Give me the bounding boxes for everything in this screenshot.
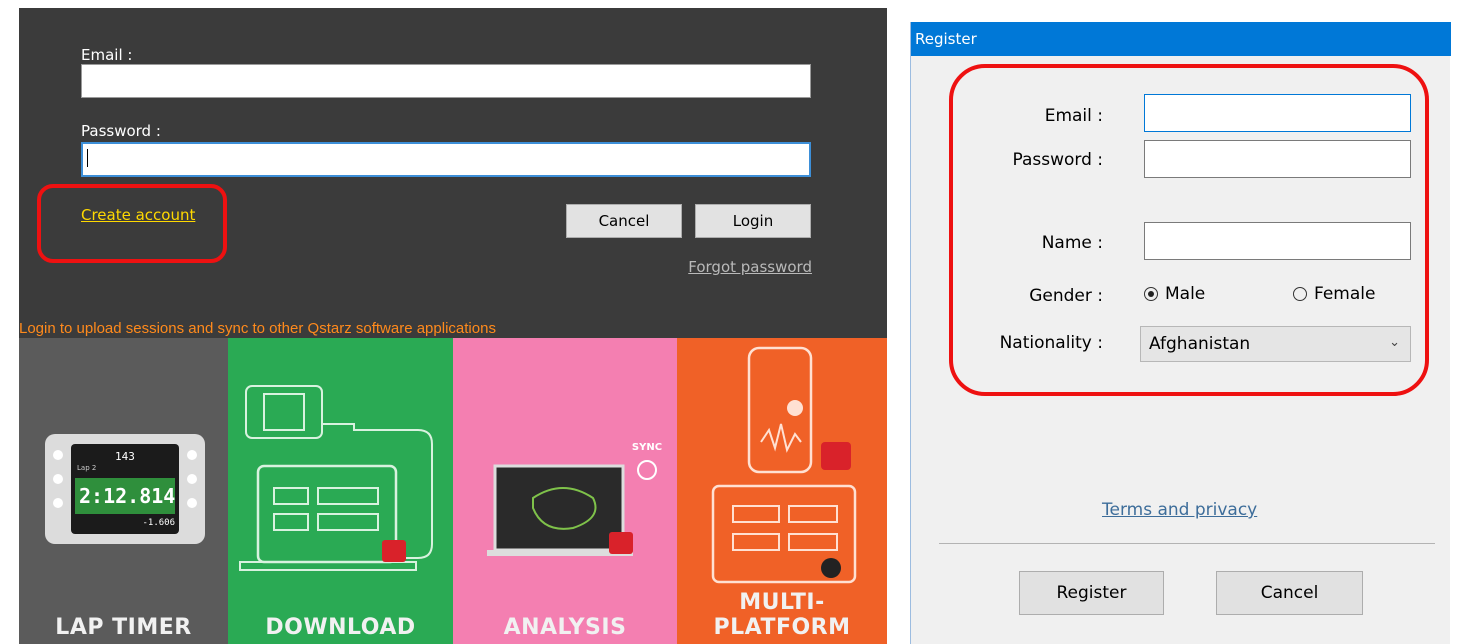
banner-panel-lap-timer: 143 Lap 2 2:12.814 -1.606 LAP TIMER xyxy=(19,338,228,644)
promo-text: Login to upload sessions and sync to oth… xyxy=(19,320,496,337)
radio-unselected-icon xyxy=(1293,287,1307,301)
device-button-icon xyxy=(53,498,63,508)
analysis-laptop-icon: SYNC xyxy=(487,442,662,556)
chevron-right-icon: ›› xyxy=(228,466,230,494)
text-caret xyxy=(87,149,88,167)
gender-female-radio[interactable]: Female xyxy=(1293,284,1375,304)
gender-female-label: Female xyxy=(1314,284,1376,304)
banner-label-multi-platform: MULTI-PLATFORM xyxy=(713,590,851,640)
register-cancel-button[interactable]: Cancel xyxy=(1216,571,1363,615)
device-speed: 143 xyxy=(115,450,135,463)
nationality-value: Afghanistan xyxy=(1149,334,1251,354)
sync-label: SYNC xyxy=(632,442,662,453)
device-time: 2:12.814 xyxy=(79,484,176,508)
password-label: Password : xyxy=(81,122,161,140)
email-label: Email : xyxy=(81,46,133,64)
login-cancel-button[interactable]: Cancel xyxy=(566,204,682,238)
device-delta: -1.606 xyxy=(142,518,175,528)
register-password-input[interactable] xyxy=(1144,140,1411,178)
banner-panel-multi-platform: MULTI-PLATFORM xyxy=(677,338,887,644)
banner-panel-analysis: SYNC ›› ANALYSIS xyxy=(453,338,677,644)
register-password-label: Password : xyxy=(1012,150,1103,170)
register-gender-label: Gender : xyxy=(1029,286,1103,306)
banner-label-lap-timer: LAP TIMER xyxy=(55,615,192,640)
device-lap: Lap 2 xyxy=(77,464,97,472)
divider xyxy=(939,543,1435,544)
forgot-password-link[interactable]: Forgot password xyxy=(688,258,812,276)
device-button-icon xyxy=(187,498,197,508)
download-illustration-icon xyxy=(239,385,433,571)
device-screen: 143 Lap 2 2:12.814 -1.606 xyxy=(71,444,179,534)
create-account-highlight xyxy=(37,184,227,263)
radio-selected-icon xyxy=(1144,287,1158,301)
device-button-icon xyxy=(187,474,197,484)
banner-label-analysis: ANALYSIS xyxy=(503,615,627,640)
register-name-input[interactable] xyxy=(1144,222,1411,260)
login-panel: Email : Password : Create account Cancel… xyxy=(19,8,887,644)
gender-male-radio[interactable]: Male xyxy=(1144,284,1205,304)
register-title: Register xyxy=(911,22,1451,56)
device-button-icon xyxy=(53,450,63,460)
register-name-label: Name : xyxy=(1041,233,1103,253)
banner-label-download: DOWNLOAD xyxy=(265,615,416,640)
register-button[interactable]: Register xyxy=(1019,571,1164,615)
register-email-label: Email : xyxy=(1044,106,1103,126)
device-button-icon xyxy=(187,450,197,460)
lap-timer-device-icon: 143 Lap 2 2:12.814 -1.606 xyxy=(45,434,205,544)
device-time-box: 2:12.814 xyxy=(75,478,175,514)
register-email-input[interactable] xyxy=(1144,94,1411,132)
login-email-input[interactable] xyxy=(81,64,811,98)
chevron-down-icon: ⌄ xyxy=(1389,335,1400,350)
login-password-input[interactable] xyxy=(81,142,811,177)
device-button-icon xyxy=(53,474,63,484)
nationality-select[interactable]: Afghanistan ⌄ xyxy=(1140,326,1411,362)
gender-male-label: Male xyxy=(1165,284,1206,304)
login-button[interactable]: Login xyxy=(695,204,811,238)
register-nationality-label: Nationality : xyxy=(999,333,1103,353)
terms-and-privacy-link[interactable]: Terms and privacy xyxy=(1102,500,1257,520)
chevron-right-icon: ›› xyxy=(453,466,455,494)
register-dialog: Register Email : Password : Name : Gende… xyxy=(910,22,1451,644)
banner-panel-download: ›› DOWNLOAD xyxy=(228,338,453,644)
